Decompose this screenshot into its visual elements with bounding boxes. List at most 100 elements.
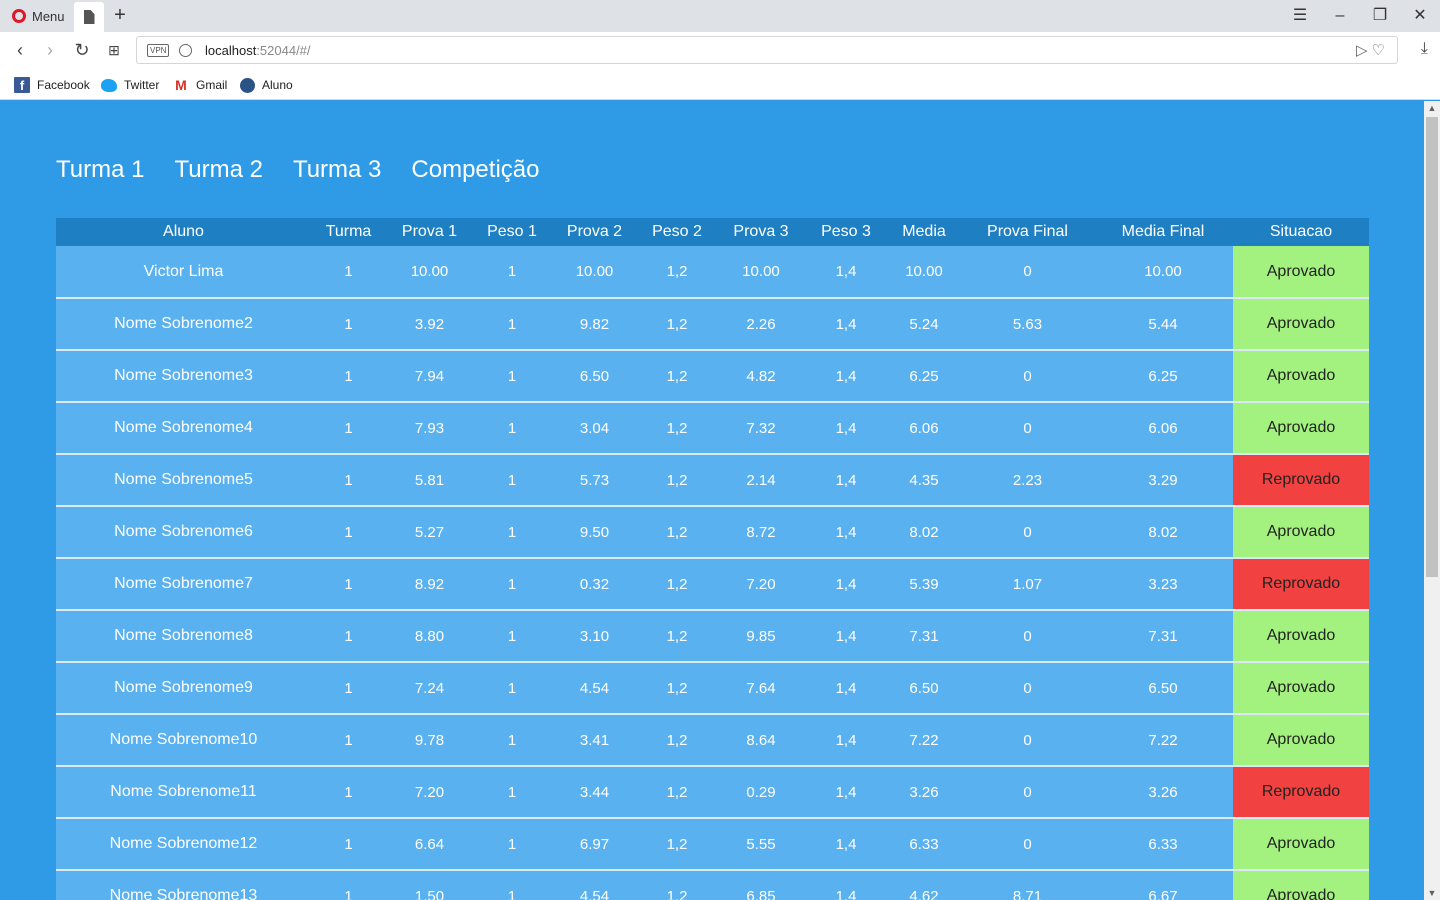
table-row: Victor Lima 1 10.00 1 10.00 1,2 10.00 1,4 10.00 0… [56, 246, 1369, 299]
student-name-cell: Nome Sobrenome6 [56, 506, 311, 559]
table-cell: 8.80 [386, 610, 473, 663]
table-cell: 6.64 [386, 818, 473, 871]
table-cell: 1,4 [806, 714, 886, 767]
table-row: Nome Sobrenome2 1 3.92 1 9.82 1,2 2.26 1,4 5.24 5… [56, 298, 1369, 351]
table-cell: 7.22 [886, 714, 962, 767]
browser-tab-active[interactable] [74, 2, 104, 32]
browser-menu-button[interactable]: Menu [6, 5, 71, 27]
status-cell: Aprovado [1233, 506, 1369, 559]
table-cell: 1 [311, 870, 386, 900]
table-row: Nome Sobrenome5 1 5.81 1 5.73 1,2 2.14 1,4 4.35 2… [56, 454, 1369, 507]
bookmark-aluno[interactable]: Aluno [240, 76, 293, 94]
download-icon[interactable]: ⤓ [1421, 40, 1428, 58]
status-cell: Reprovado [1233, 454, 1369, 507]
bookmark-twitter[interactable]: Twitter [101, 76, 159, 94]
minimize-icon[interactable]: ‒ [1328, 4, 1352, 28]
table-cell: 4.82 [716, 350, 806, 403]
table-cell: 7.32 [716, 402, 806, 455]
table-cell: 6.50 [551, 350, 638, 403]
student-name-cell: Nome Sobrenome9 [56, 662, 311, 715]
table-cell: 5.81 [386, 454, 473, 507]
nav-turma-3[interactable]: Turma 3 [293, 156, 381, 184]
table-cell: 6.85 [716, 870, 806, 900]
table-cell: 1 [473, 350, 551, 403]
forward-icon[interactable]: › [38, 38, 62, 62]
status-cell: Aprovado [1233, 246, 1369, 299]
tab-menu-icon[interactable]: ☰ [1288, 4, 1312, 28]
table-cell: 1,2 [638, 350, 716, 403]
student-name-cell: Nome Sobrenome12 [56, 818, 311, 871]
column-header: Media [886, 218, 962, 246]
table-row: Nome Sobrenome13 1 1.50 1 4.54 1,2 6.85 1,4 4.62… [56, 870, 1369, 900]
nav-competicao[interactable]: Competição [411, 156, 539, 184]
browser-menu-label: Menu [32, 8, 65, 24]
table-cell: 1,4 [806, 350, 886, 403]
table-cell: 0 [962, 506, 1093, 559]
table-cell: 1,4 [806, 246, 886, 299]
bookmark-facebook[interactable]: f Facebook [14, 76, 90, 94]
status-cell: Reprovado [1233, 558, 1369, 611]
scroll-thumb[interactable] [1426, 117, 1438, 577]
column-header: Prova 1 [386, 218, 473, 246]
reload-icon[interactable]: ↻ [70, 38, 94, 62]
table-cell: 0 [962, 350, 1093, 403]
table-cell: 5.44 [1093, 298, 1233, 351]
table-cell: 1,2 [638, 662, 716, 715]
table-cell: 1 [311, 818, 386, 871]
student-name-cell: Nome Sobrenome3 [56, 350, 311, 403]
restore-icon[interactable]: ❐ [1368, 4, 1392, 28]
status-cell: Reprovado [1233, 766, 1369, 819]
table-cell: 5.73 [551, 454, 638, 507]
nav-turma-1[interactable]: Turma 1 [56, 156, 144, 184]
column-header: Prova 2 [551, 218, 638, 246]
table-cell: 8.72 [716, 506, 806, 559]
table-cell: 1 [473, 766, 551, 819]
back-icon[interactable]: ‹ [8, 38, 32, 62]
send-and-heart-icons[interactable]: ▷♡ [1356, 41, 1389, 59]
table-cell: 1 [311, 246, 386, 299]
table-row: Nome Sobrenome9 1 7.24 1 4.54 1,2 7.64 1,4 6.50 0… [56, 662, 1369, 715]
scroll-down-icon[interactable]: ▼ [1424, 886, 1440, 900]
table-cell: 1,4 [806, 298, 886, 351]
table-cell: 1,4 [806, 610, 886, 663]
table-cell: 1 [311, 454, 386, 507]
table-cell: 8.64 [716, 714, 806, 767]
table-cell: 1 [311, 350, 386, 403]
column-header: Prova 3 [716, 218, 806, 246]
table-cell: 0.29 [716, 766, 806, 819]
table-cell: 1,2 [638, 610, 716, 663]
table-cell: 1 [311, 402, 386, 455]
table-cell: 1 [473, 610, 551, 663]
url-text[interactable]: localhost:52044/#/ [205, 43, 311, 58]
table-cell: 2.14 [716, 454, 806, 507]
scroll-up-icon[interactable]: ▲ [1424, 101, 1440, 115]
table-cell: 1 [473, 818, 551, 871]
table-cell: 6.06 [886, 402, 962, 455]
url-field[interactable]: VPN localhost:52044/#/ ▷♡ [136, 36, 1398, 64]
vpn-badge[interactable]: VPN [147, 44, 170, 57]
nav-turma-2[interactable]: Turma 2 [174, 156, 262, 184]
table-cell: 2.26 [716, 298, 806, 351]
table-cell: 8.71 [962, 870, 1093, 900]
table-cell: 6.25 [886, 350, 962, 403]
column-header: Turma [311, 218, 386, 246]
table-cell: 1,4 [806, 558, 886, 611]
bookmark-gmail[interactable]: M Gmail [173, 76, 227, 94]
table-cell: 1,2 [638, 714, 716, 767]
student-name-cell: Nome Sobrenome5 [56, 454, 311, 507]
table-row: Nome Sobrenome3 1 7.94 1 6.50 1,2 4.82 1,4 6.25 0… [56, 350, 1369, 403]
speed-dial-icon[interactable]: ⊞ [102, 38, 126, 62]
status-cell: Aprovado [1233, 870, 1369, 900]
table-row: Nome Sobrenome6 1 5.27 1 9.50 1,2 8.72 1,4 8.02 0… [56, 506, 1369, 559]
bookmark-label: Twitter [124, 78, 160, 92]
table-cell: 1,2 [638, 454, 716, 507]
close-icon[interactable]: ✕ [1408, 4, 1432, 28]
column-header: Peso 2 [638, 218, 716, 246]
page-icon [83, 10, 95, 24]
table-cell: 3.26 [886, 766, 962, 819]
table-cell: 7.31 [886, 610, 962, 663]
table-cell: 3.10 [551, 610, 638, 663]
vertical-scrollbar[interactable]: ▲ ▼ [1424, 101, 1440, 900]
new-tab-button[interactable]: + [110, 5, 130, 27]
table-cell: 10.00 [551, 246, 638, 299]
